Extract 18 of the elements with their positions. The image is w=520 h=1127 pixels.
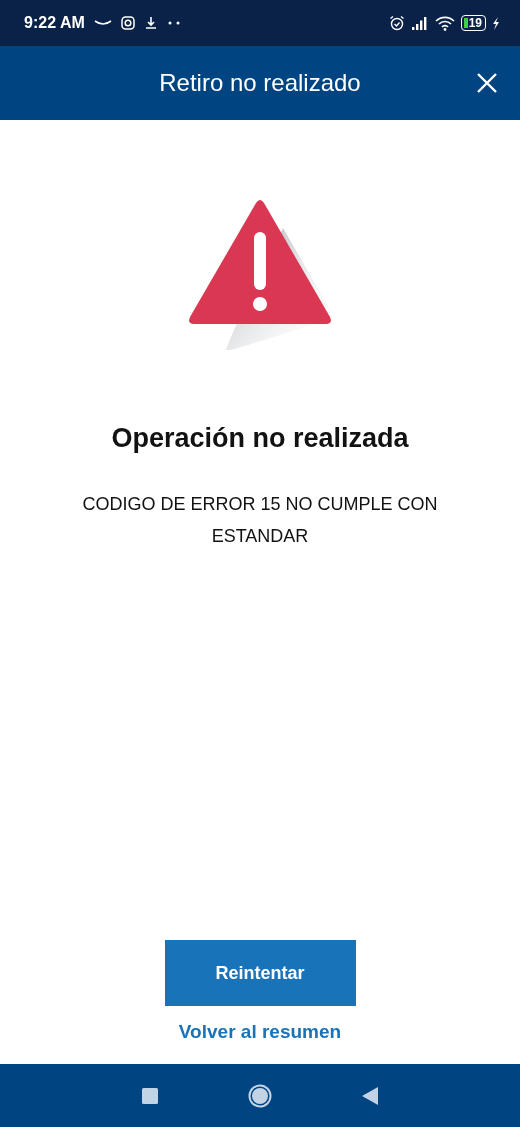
camera-icon [120, 16, 135, 30]
screen-title: Retiro no realizado [159, 69, 361, 97]
back-to-summary-link[interactable]: Volver al resumen [178, 1020, 342, 1044]
error-message: CODIGO DE ERROR 15 NO CUMPLE CON ESTANDAR [81, 493, 439, 548]
wifi-icon [434, 15, 455, 31]
charging-icon [492, 16, 500, 30]
clock-time: 9:22 AM [24, 14, 85, 32]
recent-apps-button[interactable] [142, 1087, 158, 1104]
battery-icon: 19 [460, 15, 486, 31]
error-title: Operación no realizada [111, 423, 409, 454]
download-icon [143, 16, 158, 30]
more-dots-icon [166, 21, 181, 25]
curve-icon [93, 19, 112, 27]
back-button[interactable] [362, 1086, 378, 1105]
retry-button[interactable]: Reintentar [164, 940, 356, 1006]
alarm-icon [388, 15, 405, 31]
home-button[interactable] [248, 1083, 272, 1108]
signal-icon [410, 16, 429, 30]
